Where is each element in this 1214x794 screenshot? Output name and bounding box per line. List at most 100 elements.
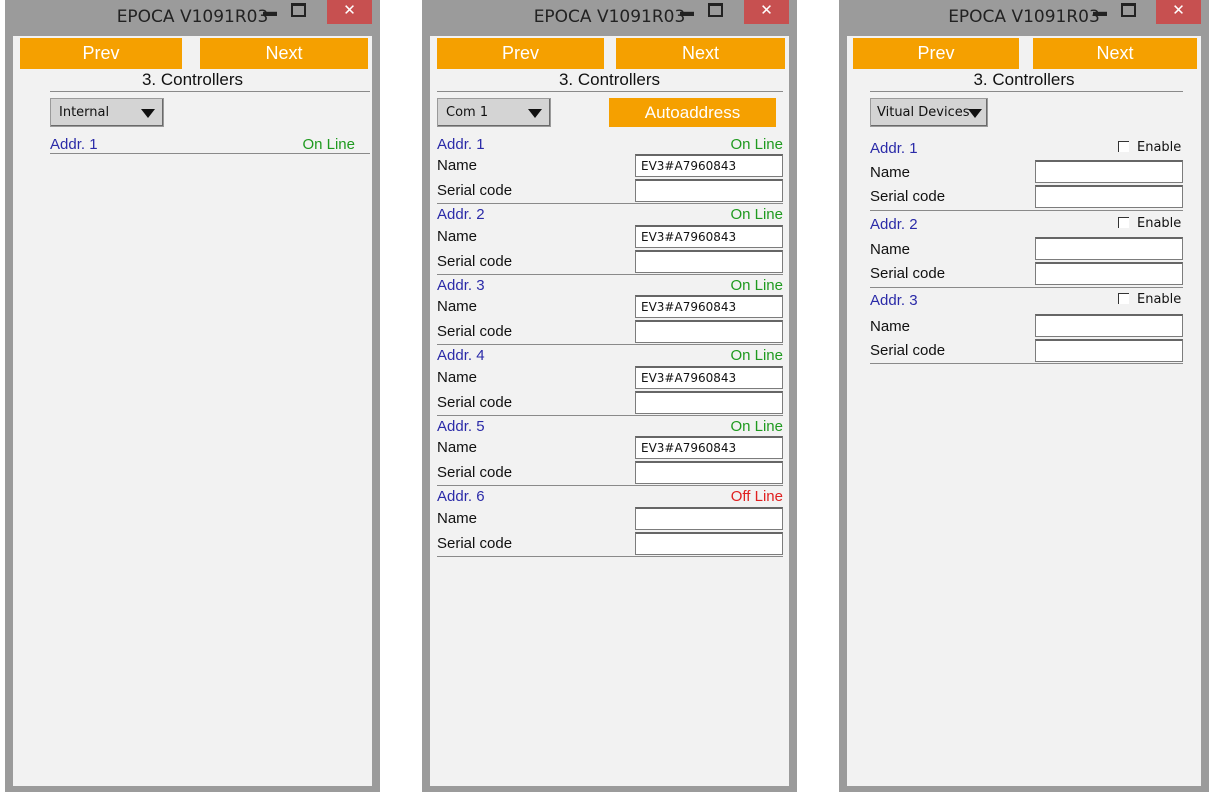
address-label: Addr. 2: [437, 206, 485, 223]
select-value: Vitual Devices: [877, 105, 970, 120]
address-label: Addr. 3: [870, 292, 918, 309]
title-bar[interactable]: EPOCA V1091R03 ▬ ✕: [5, 0, 380, 36]
window-internal: EPOCA V1091R03 ▬ ✕ Prev Next 3. Controll…: [5, 0, 380, 792]
status-online: On Line: [302, 136, 355, 153]
name-label: Name: [437, 228, 478, 245]
dropdown-arrow-icon: [141, 109, 155, 118]
minimize-icon[interactable]: ▬: [674, 0, 700, 24]
row-divider: [437, 485, 783, 486]
row-divider: [870, 363, 1183, 364]
name-field[interactable]: [635, 507, 783, 530]
status-online: On Line: [730, 418, 783, 435]
window-title: EPOCA V1091R03: [533, 7, 686, 27]
address-label: Addr. 1: [870, 140, 918, 157]
serial-field[interactable]: [635, 320, 783, 343]
address-label: Addr. 5: [437, 418, 485, 435]
row-divider: [50, 153, 370, 154]
enable-checkbox[interactable]: [1118, 217, 1129, 228]
name-field[interactable]: [1035, 160, 1183, 183]
serial-field[interactable]: [635, 250, 783, 273]
serial-field[interactable]: [1035, 185, 1183, 208]
enable-checkbox[interactable]: [1118, 141, 1129, 152]
address-label: Addr. 6: [437, 488, 485, 505]
dropdown-arrow-icon: [968, 109, 982, 118]
name-label: Name: [437, 298, 478, 315]
select-value: Com 1: [446, 105, 489, 120]
close-icon[interactable]: ✕: [744, 0, 789, 24]
row-divider: [437, 344, 783, 345]
name-label: Name: [437, 510, 478, 527]
address-label: Addr. 1: [437, 136, 485, 153]
serial-label: Serial code: [437, 323, 513, 340]
status-online: On Line: [730, 206, 783, 223]
row-divider: [870, 210, 1183, 211]
title-bar[interactable]: EPOCA V1091R03 ▬ ✕: [422, 0, 797, 36]
window-virtual-devices: EPOCA V1091R03 ▬ ✕ Prev Next 3. Controll…: [839, 0, 1209, 792]
minimize-icon[interactable]: ▬: [1087, 0, 1113, 24]
enable-label: Enable: [1137, 140, 1182, 155]
prev-button[interactable]: Prev: [853, 38, 1019, 69]
next-button[interactable]: Next: [200, 38, 368, 69]
status-offline: Off Line: [730, 488, 783, 505]
name-field[interactable]: EV3#A7960843: [635, 295, 783, 318]
address-label: Addr. 1: [50, 136, 98, 153]
name-label: Name: [870, 318, 911, 335]
row-divider: [437, 203, 783, 204]
enable-label: Enable: [1137, 216, 1182, 231]
name-label: Name: [870, 241, 911, 258]
serial-label: Serial code: [437, 464, 513, 481]
name-label: Name: [437, 369, 478, 386]
window-com1: EPOCA V1091R03 ▬ ✕ Prev Next 3. Controll…: [422, 0, 797, 792]
serial-label: Serial code: [870, 265, 946, 282]
maximize-icon[interactable]: [286, 0, 310, 24]
prev-button[interactable]: Prev: [437, 38, 604, 69]
address-label: Addr. 4: [437, 347, 485, 364]
device-type-select[interactable]: Vitual Devices: [870, 98, 988, 127]
maximize-icon[interactable]: [703, 0, 727, 24]
address-label: Addr. 2: [870, 216, 918, 233]
serial-field[interactable]: [635, 179, 783, 202]
window-title: EPOCA V1091R03: [948, 7, 1100, 27]
divider: [437, 91, 783, 92]
row-divider: [437, 274, 783, 275]
page-title: 3. Controllers: [558, 70, 661, 89]
close-icon[interactable]: ✕: [327, 0, 372, 24]
status-online: On Line: [730, 347, 783, 364]
next-button[interactable]: Next: [616, 38, 785, 69]
close-icon[interactable]: ✕: [1156, 0, 1201, 24]
name-label: Name: [437, 157, 478, 174]
serial-field[interactable]: [635, 532, 783, 555]
status-online: On Line: [730, 277, 783, 294]
enable-checkbox[interactable]: [1118, 293, 1129, 304]
serial-field[interactable]: [1035, 339, 1183, 362]
name-field[interactable]: [1035, 314, 1183, 337]
row-divider: [437, 556, 783, 557]
device-type-select[interactable]: Internal: [50, 98, 164, 127]
window-content: Prev Next 3. Controllers Vitual Devices …: [847, 36, 1201, 786]
address-label: Addr. 3: [437, 277, 485, 294]
prev-button[interactable]: Prev: [20, 38, 182, 69]
divider: [50, 91, 370, 92]
page-title: 3. Controllers: [973, 70, 1075, 89]
autoaddress-button[interactable]: Autoaddress: [609, 98, 776, 127]
next-button[interactable]: Next: [1033, 38, 1197, 69]
name-field[interactable]: EV3#A7960843: [635, 366, 783, 389]
serial-label: Serial code: [870, 188, 946, 205]
minimize-icon[interactable]: ▬: [257, 0, 283, 24]
window-title: EPOCA V1091R03: [116, 7, 269, 27]
serial-field[interactable]: [635, 391, 783, 414]
name-field[interactable]: EV3#A7960843: [635, 154, 783, 177]
serial-label: Serial code: [437, 182, 513, 199]
serial-field[interactable]: [635, 461, 783, 484]
serial-field[interactable]: [1035, 262, 1183, 285]
name-field[interactable]: [1035, 237, 1183, 260]
title-bar[interactable]: EPOCA V1091R03 ▬ ✕: [839, 0, 1209, 36]
name-field[interactable]: EV3#A7960843: [635, 436, 783, 459]
name-field[interactable]: EV3#A7960843: [635, 225, 783, 248]
maximize-icon[interactable]: [1116, 0, 1140, 24]
port-select[interactable]: Com 1: [437, 98, 551, 127]
name-label: Name: [437, 439, 478, 456]
page-title: 3. Controllers: [141, 70, 244, 89]
serial-label: Serial code: [870, 342, 946, 359]
divider: [870, 91, 1183, 92]
